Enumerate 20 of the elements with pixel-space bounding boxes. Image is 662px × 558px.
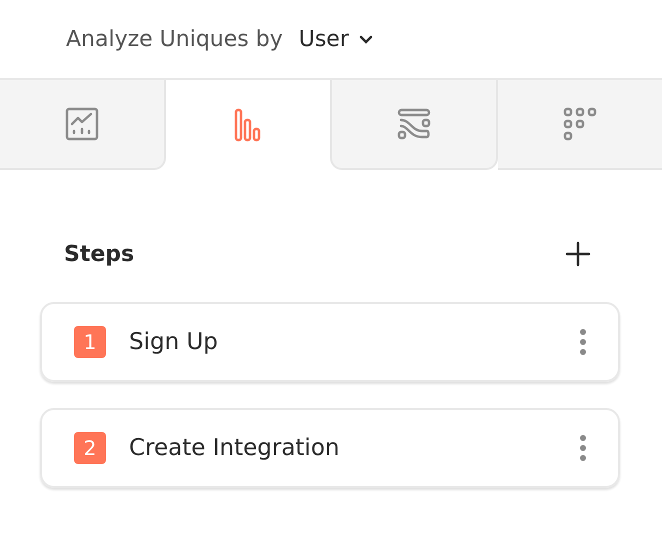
chart-type-tab[interactable]: [330, 80, 498, 170]
steps-title: Steps: [64, 242, 134, 266]
chevron-down-icon: [358, 34, 373, 44]
step-card[interactable]: 1 Sign Up: [40, 302, 620, 382]
step-name: Create Integration: [129, 435, 340, 461]
more-options-icon[interactable]: [578, 434, 588, 462]
step-number: 1: [74, 326, 106, 358]
step-card[interactable]: 2 Create Integration: [40, 408, 620, 488]
step-name: Sign Up: [129, 329, 219, 355]
bar-chart-icon: [234, 108, 260, 142]
chart-type-tab[interactable]: [498, 80, 662, 170]
analyze-label: Analyze Uniques by: [66, 26, 283, 52]
chart-type-tab[interactable]: [0, 80, 166, 170]
more-options-icon[interactable]: [578, 328, 588, 356]
add-icon[interactable]: [564, 240, 592, 268]
step-number: 2: [74, 432, 106, 464]
flow-icon: [398, 108, 430, 140]
line-chart-icon: [66, 108, 98, 140]
user-dropdown[interactable]: User: [298, 26, 373, 52]
dots-grid-icon: [564, 108, 596, 140]
